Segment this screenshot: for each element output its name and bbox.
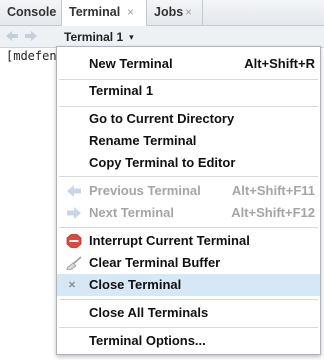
menu-item-interrupt-current-terminal[interactable]: Interrupt Current Terminal (57, 230, 320, 252)
menu-separator (59, 227, 318, 228)
menu-item-terminal-1[interactable]: Terminal 1 (57, 80, 320, 102)
menu-item-close-all-terminals[interactable]: Close All Terminals (57, 302, 320, 324)
menu-item-label: Close All Terminals (89, 305, 209, 320)
menu-item-rename-terminal[interactable]: Rename Terminal (57, 130, 320, 152)
menu-item-next-terminal[interactable]: Next Terminal Alt+Shift+F12 (57, 202, 320, 224)
menu-item-label: Close Terminal (89, 277, 182, 292)
tab-console-label: Console (7, 5, 57, 19)
menu-separator (59, 327, 318, 328)
menu-separator (59, 106, 318, 107)
close-tab-icon[interactable]: × (127, 0, 134, 25)
terminal-dropdown-menu: New Terminal Alt+Shift+R Terminal 1 Go t… (56, 46, 321, 355)
tab-terminal-label: Terminal (69, 5, 121, 19)
menu-item-shortcut: Alt+Shift+R (244, 56, 315, 71)
menu-item-label: Clear Terminal Buffer (89, 255, 221, 270)
menu-item-label: Go to Current Directory (89, 111, 235, 126)
menu-item-label: Copy Terminal to Editor (89, 155, 236, 170)
terminal-selector[interactable]: Terminal 1 ▾ (64, 30, 134, 44)
tab-jobs-label: Jobs (154, 5, 184, 19)
menu-item-label: Previous Terminal (89, 183, 201, 198)
tab-terminal[interactable]: Terminal × (62, 0, 147, 26)
left-arrow-icon (66, 184, 82, 198)
menu-item-previous-terminal[interactable]: Previous Terminal Alt+Shift+F11 (57, 180, 320, 202)
menu-item-clear-terminal-buffer[interactable]: Clear Terminal Buffer (57, 252, 320, 274)
right-arrow-icon (66, 206, 82, 220)
pane-tab-bar: Console Terminal × Jobs × (0, 0, 324, 26)
menu-item-copy-terminal-to-editor[interactable]: Copy Terminal to Editor (57, 152, 320, 174)
menu-item-label: Terminal 1 (89, 83, 154, 98)
tab-jobs[interactable]: Jobs × (147, 0, 203, 25)
broom-icon (66, 256, 82, 270)
menu-separator (59, 176, 318, 177)
chevron-down-icon: ▾ (129, 32, 134, 42)
menu-item-label: New Terminal (89, 56, 173, 71)
menu-separator (59, 299, 318, 300)
menu-item-label: Next Terminal (89, 205, 175, 220)
back-arrow-icon[interactable] (5, 30, 19, 42)
stop-icon (66, 234, 82, 248)
menu-item-close-terminal[interactable]: Close Terminal (57, 274, 320, 296)
menu-item-shortcut: Alt+Shift+F11 (231, 183, 315, 198)
menu-item-label: Terminal Options... (89, 333, 206, 348)
tab-console[interactable]: Console (0, 0, 62, 25)
menu-item-terminal-options[interactable]: Terminal Options... (57, 330, 320, 352)
terminal-toolbar: Terminal 1 ▾ (0, 26, 324, 48)
menu-item-label: Interrupt Current Terminal (89, 233, 250, 248)
terminal-selector-label: Terminal 1 (64, 30, 124, 44)
terminal-prompt: [mdefen (6, 49, 57, 63)
close-x-icon (66, 278, 82, 292)
menu-item-new-terminal[interactable]: New Terminal Alt+Shift+R (57, 53, 320, 75)
menu-item-go-to-current-directory[interactable]: Go to Current Directory (57, 108, 320, 130)
forward-arrow-icon[interactable] (24, 30, 38, 42)
menu-item-label: Rename Terminal (89, 133, 197, 148)
menu-item-shortcut: Alt+Shift+F12 (231, 205, 315, 220)
close-tab-icon[interactable]: × (185, 0, 192, 25)
